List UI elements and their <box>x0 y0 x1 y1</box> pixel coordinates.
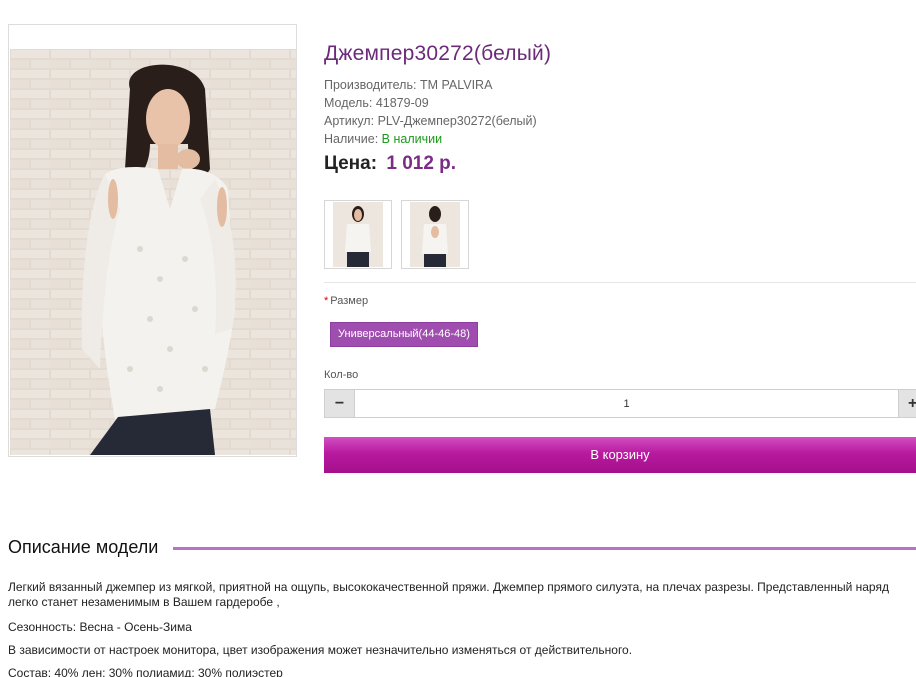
description-text: Легкий вязанный джемпер из мягкой, прият… <box>8 580 889 609</box>
product-info: Производитель: TM PALVIRA Модель: 41879-… <box>324 76 537 148</box>
sku-value: PLV-Джемпер30272(белый) <box>377 114 537 128</box>
manufacturer-value[interactable]: TM PALVIRA <box>420 78 492 92</box>
stock-status: В наличии <box>381 132 443 146</box>
size-label: * Размер <box>324 295 368 307</box>
quantity-input[interactable] <box>355 389 898 418</box>
description-composition: Состав: 40% лен; 30% полиамид; 30% полиэ… <box>8 666 283 677</box>
price-label: Цена: <box>324 153 378 174</box>
manufacturer-label: Производитель: <box>324 78 417 92</box>
thumbnail-image-back <box>410 202 460 267</box>
model-value: 41879-09 <box>375 96 429 110</box>
quantity-increase-button[interactable]: + <box>898 389 916 418</box>
description-season: Сезонность: Весна - Осень-Зима <box>8 620 192 634</box>
description-color-note: В зависимости от настроек монитора, цвет… <box>8 643 633 657</box>
thumbnail-image-front <box>333 202 383 267</box>
size-label-text: Размер <box>330 295 369 307</box>
sku-label: Артикул: <box>324 114 375 128</box>
quantity-decrease-button[interactable]: − <box>324 389 355 418</box>
thumbnail-1[interactable] <box>324 200 392 269</box>
product-title: Джемпер30272(белый) <box>324 42 552 65</box>
model-row: Модель: 41879-09 <box>324 94 537 112</box>
options-divider <box>324 282 916 283</box>
size-option-universal[interactable]: Универсальный(44-46-48) <box>330 322 478 347</box>
sku-row: Артикул: PLV-Джемпер30272(белый) <box>324 112 537 130</box>
stock-row: Наличие: В наличии <box>324 130 537 148</box>
manufacturer-row: Производитель: TM PALVIRA <box>324 76 537 94</box>
model-label: Модель: <box>324 96 373 110</box>
quantity-stepper: − + <box>324 389 916 418</box>
price-value: 1 012 р. <box>386 153 457 174</box>
quantity-label: Кол-во <box>324 369 359 381</box>
thumbnail-2[interactable] <box>401 200 469 269</box>
price-row: Цена: 1 012 р. <box>324 153 456 175</box>
description-heading-rule <box>173 547 916 550</box>
add-to-cart-button[interactable]: В корзину <box>324 437 916 473</box>
main-image-frame[interactable] <box>8 24 297 457</box>
required-marker: * <box>324 295 329 307</box>
product-photo[interactable] <box>10 49 296 455</box>
product-page: Джемпер30272(белый) Производитель: TM PA… <box>0 0 916 677</box>
stock-label: Наличие: <box>324 132 379 146</box>
description-heading: Описание модели <box>8 537 159 557</box>
